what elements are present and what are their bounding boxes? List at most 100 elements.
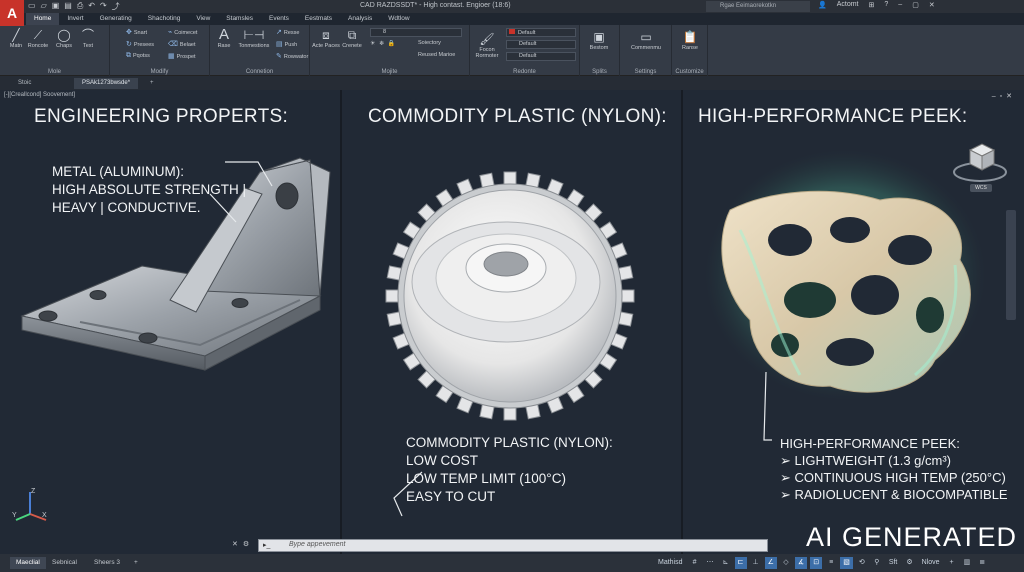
presees-tool-button[interactable]: ↻ Presees xyxy=(126,40,154,48)
close-icon[interactable]: ✕ xyxy=(929,1,935,9)
dimensions-tool-button[interactable]: ⊢⊣ Tonmestions xyxy=(236,27,272,49)
quick-properties-icon[interactable]: ▥ xyxy=(961,557,974,569)
cmd-settings-icon[interactable]: ⚙ xyxy=(243,541,254,548)
cart-icon[interactable]: ⊞ xyxy=(869,1,875,9)
layer-dropdown[interactable]: 8 xyxy=(370,28,462,37)
polyline-tool-button[interactable]: ⟋ Roncote xyxy=(24,27,52,49)
file-tab-drawing[interactable]: PSAk1273bwsde* xyxy=(74,78,139,89)
layout-tab-2[interactable]: Sheers 3 xyxy=(88,557,126,569)
infer-icon[interactable]: ⊾ xyxy=(720,557,732,569)
ucs-z-label: Z xyxy=(31,488,36,495)
polar-icon[interactable]: ∠ xyxy=(764,557,777,569)
drawing-viewport[interactable]: [-][Creallcond] Soovement] –▫✕ ENGINEERI… xyxy=(0,90,1024,554)
layer-lock-icon[interactable]: 🔒 xyxy=(388,41,396,47)
customization-icon[interactable]: ≣ xyxy=(976,557,988,569)
command-line-input[interactable]: ▸_ Bype appevement xyxy=(258,539,768,552)
redo-icon[interactable]: ↷ xyxy=(100,1,107,12)
rowwator-tool-button[interactable]: ✎ Rowwator xyxy=(276,52,308,60)
selection-cycling-icon[interactable]: ⟲ xyxy=(856,557,868,569)
account-label[interactable]: Actomt xyxy=(837,1,859,9)
tab-events[interactable]: Events xyxy=(261,13,297,25)
panel-connection-title: Connetion xyxy=(245,69,274,75)
workspace-dropdown[interactable]: Nlove xyxy=(919,557,943,569)
properties-tool-button[interactable]: ▦ Prospet xyxy=(168,52,196,60)
ranse-tool-button[interactable]: 📋 Ranse xyxy=(676,29,704,51)
tab-sketching[interactable]: Shachoting xyxy=(140,13,189,25)
osnap-tracking-icon[interactable]: ∡ xyxy=(794,557,808,569)
soiectory-tool-button[interactable]: Soiectory xyxy=(418,40,441,46)
tab-analysis[interactable]: Analysis xyxy=(340,13,380,25)
dynamic-input-icon[interactable]: ⊏ xyxy=(734,557,747,569)
user-icon[interactable]: 👤 xyxy=(818,1,827,9)
commenmu-tool-button[interactable]: ▭ Commenmu xyxy=(628,29,664,51)
linetype-dropdown[interactable]: Default xyxy=(506,40,576,49)
delete-tool-button[interactable]: ⌫ Belaet xyxy=(168,40,196,48)
status-bar: Maeclial Sebnical Sheers 3 + Mathisd # ⋯… xyxy=(0,554,1024,572)
move-tool-button[interactable]: ✥ Snart xyxy=(126,28,147,36)
reused-marioe-tool-button[interactable]: Reused Marioe xyxy=(418,52,455,58)
tab-generating[interactable]: Generating xyxy=(92,13,140,25)
metal-note-line-3: HEAVY | CONDUCTIVE. xyxy=(52,200,201,215)
file-tab-bar: Stoic PSAk1273bwsde* + xyxy=(0,76,1024,90)
copy-tool-button[interactable]: ⧉ Pqotss xyxy=(126,52,150,60)
minimize-icon[interactable]: – xyxy=(898,1,902,9)
presees-label: Presees xyxy=(133,42,155,48)
help-search-input[interactable]: Rgae Eeimaorekotkn xyxy=(706,1,810,12)
ranse-label: Ranse xyxy=(682,45,698,51)
help-icon[interactable]: ? xyxy=(884,1,888,9)
tab-stamsles[interactable]: Stamsles xyxy=(218,13,261,25)
viewcube[interactable] xyxy=(950,130,1020,190)
osnap-icon[interactable]: ⊡ xyxy=(810,557,823,569)
resse-tool-button[interactable]: ↗ Resse xyxy=(276,28,299,36)
snap-icon[interactable]: ⋯ xyxy=(704,557,717,569)
connect-label: Coimecet xyxy=(174,30,198,36)
save-as-icon[interactable]: ▤ xyxy=(64,1,72,12)
layout-tab-1[interactable]: Sebnical xyxy=(46,557,83,569)
undo-icon[interactable]: ↶ xyxy=(88,1,95,12)
workspace-gear-icon[interactable]: ⚙ xyxy=(903,557,915,569)
model-space-toggle[interactable]: Mathisd xyxy=(655,557,686,569)
tab-view[interactable]: View xyxy=(188,13,218,25)
reused-marioe-label: Reused Marioe xyxy=(418,52,456,58)
cmd-close-icon[interactable]: ✕ xyxy=(232,541,243,548)
maximize-icon[interactable]: ▢ xyxy=(912,1,919,9)
tab-window[interactable]: Wdtlow xyxy=(380,13,417,25)
peek-lattice-model[interactable] xyxy=(705,150,985,441)
grid-icon[interactable]: # xyxy=(689,557,701,569)
create-layer-button[interactable]: ⧉ Crenete xyxy=(338,27,366,49)
layout-tab-model[interactable]: Maeclial xyxy=(10,557,46,569)
add-layout-button[interactable]: + xyxy=(128,557,144,569)
ortho-icon[interactable]: ⊥ xyxy=(750,557,762,569)
share-icon[interactable]: ⤴ xyxy=(112,1,120,12)
new-file-icon[interactable]: ▭ xyxy=(28,1,36,12)
tab-home[interactable]: Home xyxy=(26,13,60,25)
layer-properties-button[interactable]: ⧈ Acte Paces xyxy=(312,27,340,49)
new-tab-button[interactable]: + xyxy=(142,78,162,89)
units-icon[interactable]: + xyxy=(946,557,958,569)
isodraft-icon[interactable]: ◇ xyxy=(780,557,792,569)
tab-insert[interactable]: Invert xyxy=(59,13,91,25)
push-tool-button[interactable]: ▤ Push xyxy=(276,40,297,48)
lineweight-icon[interactable]: ≡ xyxy=(825,557,837,569)
save-icon[interactable]: ▣ xyxy=(52,1,60,12)
print-icon[interactable]: ⎙ xyxy=(77,1,83,12)
color-dropdown[interactable]: Default xyxy=(506,28,576,37)
move-icon: ✥ xyxy=(126,29,132,36)
tab-eestmats[interactable]: Eestmats xyxy=(297,13,340,25)
lineweight-dropdown[interactable]: Default xyxy=(506,52,576,61)
transparency-icon[interactable]: ▧ xyxy=(840,557,853,569)
scale-dropdown[interactable]: Sft xyxy=(886,557,901,569)
open-folder-icon[interactable]: ▱ xyxy=(41,1,47,12)
layer-freeze-icon[interactable]: ❄ xyxy=(379,41,385,47)
connect-tool-button[interactable]: ⌁ Coimecet xyxy=(168,28,197,36)
match-properties-button[interactable]: 🖌 Focon Rormoter xyxy=(472,31,502,59)
bestom-tool-button[interactable]: ▣ Bestom xyxy=(585,29,613,51)
layer-on-icon[interactable]: ☀ xyxy=(370,41,376,47)
wcs-menu-button[interactable]: WCS xyxy=(970,184,992,192)
text-tool-button[interactable]: A Rase xyxy=(210,27,238,50)
navigation-bar[interactable] xyxy=(1006,210,1016,320)
app-menu-button[interactable]: A xyxy=(0,0,24,26)
annotation-icon[interactable]: ⚲ xyxy=(871,557,883,569)
file-tab-start[interactable]: Stoic xyxy=(10,78,39,89)
arc-tool-button[interactable]: ⌒ Text xyxy=(74,27,102,49)
